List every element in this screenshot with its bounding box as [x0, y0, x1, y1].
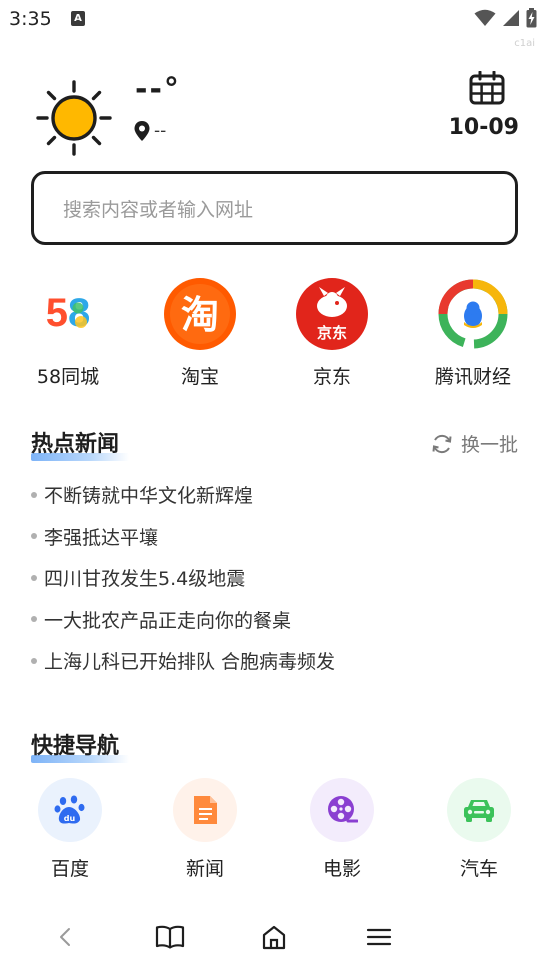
site-label: 腾讯财经: [434, 366, 511, 388]
bullet-dot: [31, 657, 37, 664]
bullet-dot: [31, 533, 37, 540]
sun-icon: [36, 80, 112, 156]
site-label: 京东: [312, 366, 351, 388]
search-placeholder: 搜索内容或者输入网址: [63, 198, 254, 221]
site-58tongcheng[interactable]: 58 58同城: [8, 278, 128, 389]
date-text: 10-09: [448, 115, 519, 140]
quick-nav-baidu[interactable]: du 百度: [15, 778, 125, 881]
site-taobao[interactable]: 淘 淘宝: [140, 278, 260, 389]
baidu-paw-icon: du: [54, 795, 85, 824]
svg-text:58: 58: [46, 291, 91, 335]
news-headline: 李强抵达平壤: [44, 526, 159, 549]
cell-signal-icon: [503, 10, 519, 26]
menu-icon: [366, 928, 392, 946]
news-headline: 上海儿科已开始排队 合胞病毒频发: [44, 651, 336, 674]
site-label: 淘宝: [180, 366, 219, 388]
hot-news-title: 热点新闻: [31, 432, 120, 457]
quick-nav-label: 新闻: [185, 858, 224, 880]
wifi-icon: [474, 9, 496, 26]
quick-nav-label: 电影: [322, 858, 361, 880]
news-item[interactable]: 不断铸就中华文化新辉煌: [31, 474, 521, 516]
taobao-logo-text: 淘: [181, 293, 219, 337]
car-logo: [447, 778, 511, 842]
site-jd[interactable]: 京东 京东: [272, 278, 392, 389]
refresh-news-button[interactable]: 换一批: [431, 430, 518, 457]
film-reel-icon: [328, 796, 358, 823]
quick-nav: du 百度 新闻 电影 汽车: [0, 778, 549, 888]
bullet-dot: [31, 491, 37, 498]
search-input[interactable]: 搜索内容或者输入网址: [31, 171, 518, 245]
news-headline: 不断铸就中华文化新辉煌: [44, 485, 254, 508]
status-time: 3:35: [9, 8, 52, 30]
notification-a-icon: A: [71, 11, 85, 26]
refresh-icon: [432, 434, 452, 453]
jd-logo-icon: 京东: [296, 278, 368, 350]
news-headline: 四川甘孜发生5.4级地震: [44, 568, 246, 591]
jd-logo-text: 京东: [317, 324, 347, 342]
quick-nav-label: 汽车: [459, 858, 498, 880]
status-icons: [474, 8, 537, 28]
bullet-dot: [31, 574, 37, 581]
watermark: c1ai: [514, 38, 535, 49]
status-bar: 3:35 A c1ai: [0, 0, 549, 49]
quick-nav-label: 百度: [50, 858, 89, 880]
car-icon: [464, 800, 494, 822]
quick-nav-title: 快捷导航: [31, 734, 120, 759]
site-label: 58同城: [36, 366, 100, 388]
location-row[interactable]: --: [133, 120, 166, 142]
baidu-logo: du: [38, 778, 102, 842]
news-item[interactable]: 四川甘孜发生5.4级地震: [31, 557, 521, 599]
home-button[interactable]: [257, 920, 291, 954]
back-button[interactable]: [48, 920, 82, 954]
site-tencent-finance[interactable]: 腾讯财经: [413, 278, 533, 389]
quick-nav-news[interactable]: 新闻: [150, 778, 260, 881]
top-sites: 58 58同城 淘 淘宝 京东: [0, 278, 549, 398]
bullet-dot: [31, 616, 37, 623]
news-item[interactable]: 李强抵达平壤: [31, 516, 521, 558]
location-text: --: [154, 121, 167, 141]
refresh-label: 换一批: [460, 434, 518, 456]
quick-nav-movie[interactable]: 电影: [287, 778, 397, 881]
calendar-icon[interactable]: [469, 71, 505, 105]
news-document-icon: [194, 796, 217, 824]
news-item[interactable]: 一大批农产品正走向你的餐桌: [31, 599, 521, 641]
menu-button[interactable]: [362, 920, 396, 954]
back-icon: [60, 928, 70, 946]
temperature: --°: [135, 72, 181, 107]
news-logo: [173, 778, 237, 842]
movie-logo: [310, 778, 374, 842]
home-icon: [262, 925, 286, 950]
tencent-finance-logo-icon: [437, 278, 509, 350]
bookmarks-button[interactable]: [153, 920, 187, 954]
quick-nav-car[interactable]: 汽车: [424, 778, 534, 881]
bookmarks-icon: [155, 925, 185, 949]
news-item[interactable]: 上海儿科已开始排队 合胞病毒频发: [31, 640, 521, 682]
taobao-logo-icon: 淘: [164, 278, 236, 350]
svg-text:du: du: [64, 814, 76, 823]
news-headline: 一大批农产品正走向你的餐桌: [44, 609, 292, 632]
58-logo-icon: 58: [32, 278, 104, 350]
news-list: 不断铸就中华文化新辉煌 李强抵达平壤 四川甘孜发生5.4级地震 一大批农产品正走…: [31, 474, 521, 682]
battery-charging-icon: [526, 8, 537, 28]
bottom-nav-bar: [0, 910, 549, 964]
location-pin-icon: [134, 121, 150, 141]
